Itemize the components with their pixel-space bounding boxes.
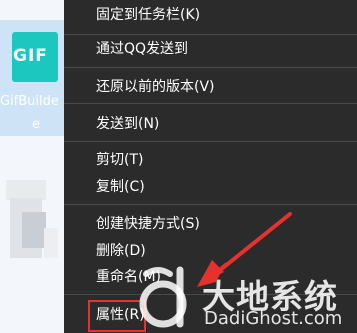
screenshot: GIF GifBuilde e 固定到任务栏(K) 通过QQ发送到 还原以前的版… <box>0 0 357 333</box>
menu-item-pin-taskbar[interactable]: 固定到任务栏(K) <box>96 6 200 24</box>
blurred-icon <box>44 228 58 258</box>
menu-divider <box>64 34 357 35</box>
menu-item-create-shortcut[interactable]: 创建快捷方式(S) <box>96 215 200 233</box>
menu-item-restore-versions[interactable]: 还原以前的版本(V) <box>96 78 215 96</box>
blurred-icon <box>22 212 46 248</box>
menu-item-delete[interactable]: 删除(D) <box>96 242 146 260</box>
menu-item-send-via-qq[interactable]: 通过QQ发送到 <box>96 40 188 58</box>
menu-item-cut[interactable]: 剪切(T) <box>96 151 143 169</box>
menu-divider <box>64 67 357 68</box>
desktop-icon-label-cont: e <box>32 117 40 132</box>
gif-icon-text: GIF <box>13 46 48 66</box>
menu-item-copy[interactable]: 复制(C) <box>96 178 145 196</box>
menu-divider <box>64 103 357 104</box>
menu-item-send-to[interactable]: 发送到(N) <box>96 115 159 133</box>
desktop-icon-label: GifBuilde <box>0 94 59 109</box>
menu-divider <box>64 141 357 142</box>
dadighost-logo-icon <box>139 266 187 328</box>
menu-divider <box>64 204 357 205</box>
watermark-english-text: DadiGhost.com <box>204 308 343 329</box>
desktop-area: GIF GifBuilde e <box>0 0 64 333</box>
blurred-icon <box>6 180 46 200</box>
